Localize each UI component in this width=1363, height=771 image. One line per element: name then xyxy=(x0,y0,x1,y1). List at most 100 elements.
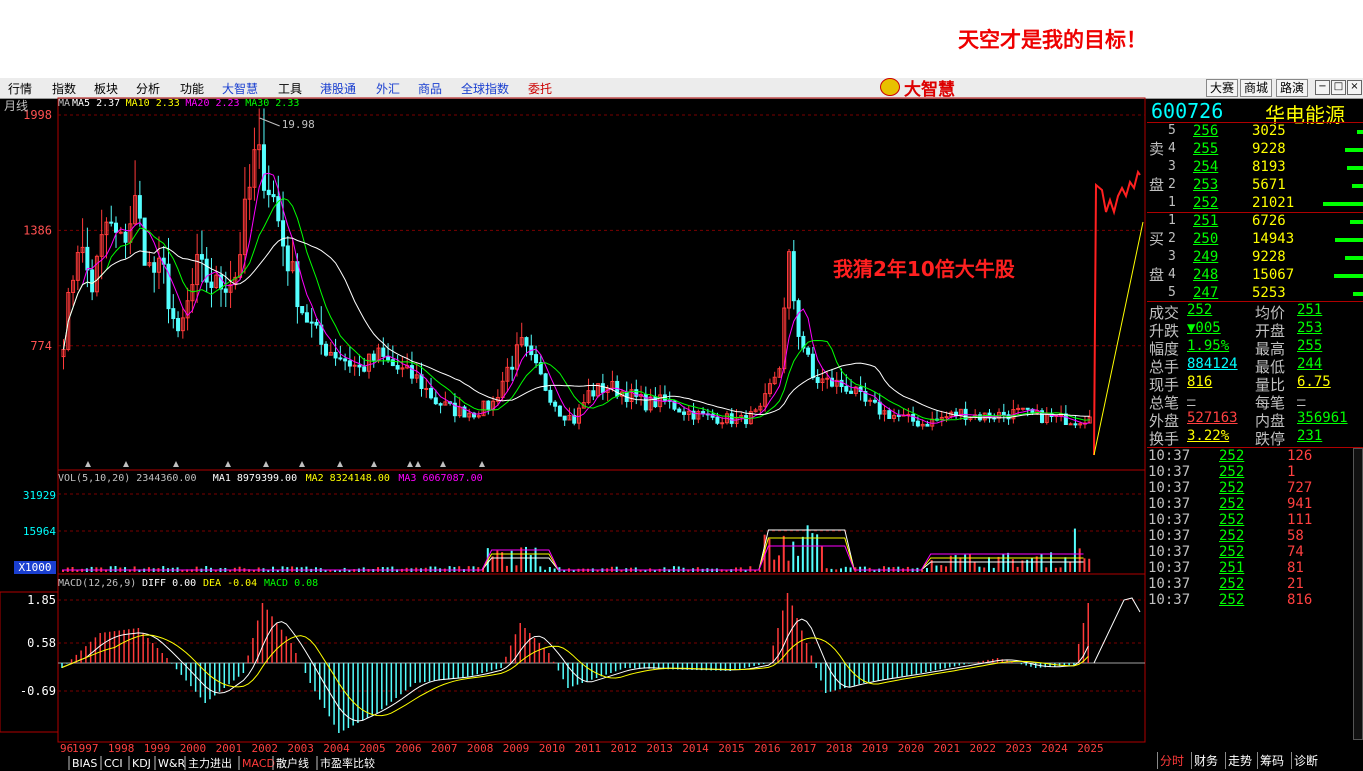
volume-bar xyxy=(1035,556,1038,572)
candle-body xyxy=(815,377,820,383)
top-button-2[interactable]: 路演 xyxy=(1276,79,1309,97)
stat-value: 251 xyxy=(1297,302,1323,318)
volume-unit-label: X1000 xyxy=(18,561,51,574)
tick-volume: 941 xyxy=(1287,496,1313,512)
stat-value: 253 xyxy=(1297,320,1323,336)
candle-body xyxy=(85,246,90,271)
candle-body xyxy=(806,347,811,355)
volume-bar xyxy=(448,566,451,572)
candle-body xyxy=(371,353,376,361)
volume-bar xyxy=(978,566,981,572)
candle-body xyxy=(314,321,319,326)
tick-time: 10:37 xyxy=(1148,560,1191,576)
tick-price: 252 xyxy=(1219,464,1245,480)
candle-body xyxy=(118,231,123,234)
volume-bar xyxy=(1073,528,1076,572)
sell-label-2: 盘 xyxy=(1149,176,1165,194)
candle-body xyxy=(562,415,567,421)
candle-body xyxy=(791,251,796,302)
tick-volume: 126 xyxy=(1287,448,1313,464)
sell-volume-bar xyxy=(1347,166,1363,170)
buy-price: 251 xyxy=(1193,213,1219,229)
candle-body xyxy=(677,408,682,413)
top-button-0[interactable]: 大赛 xyxy=(1206,79,1239,97)
bottom-tab-4[interactable]: 主力进出 xyxy=(184,756,232,770)
right-tab-2[interactable]: 走势 xyxy=(1225,752,1252,769)
volume-tick-label: 15964 xyxy=(23,525,56,538)
macd-value: MACD 0.08 xyxy=(264,578,318,589)
buy-label-1: 买 xyxy=(1149,230,1165,248)
candle-body xyxy=(872,399,877,403)
candle-body xyxy=(347,360,352,367)
kline-chart[interactable]: 1998 1386 774 月线 MA MA5 2.37 MA10 2.33 MA20 2.2… xyxy=(0,0,1147,771)
buy-volume-bar xyxy=(1350,220,1363,224)
sell-volume-bar xyxy=(1345,148,1363,152)
volume-bar xyxy=(906,566,909,572)
sell-price: 256 xyxy=(1193,123,1219,139)
bottom-tab-3[interactable]: W&R xyxy=(154,756,185,770)
volume-bar xyxy=(133,566,136,572)
bottom-tab-2[interactable]: KDJ xyxy=(128,756,151,770)
volume-bar xyxy=(162,566,165,572)
candle-body xyxy=(333,351,338,359)
x-tick-label: 2003 xyxy=(287,742,314,755)
restore-icon[interactable]: □ xyxy=(1331,80,1346,95)
volume-bar xyxy=(768,538,771,572)
x-tick-label: 2024 xyxy=(1041,742,1068,755)
candle-body xyxy=(171,308,176,320)
tick-scrollbar[interactable] xyxy=(1353,448,1363,740)
top-button-1[interactable]: 商城 xyxy=(1240,79,1273,97)
volume-bar xyxy=(367,569,370,572)
candle-body xyxy=(1073,423,1078,426)
x-tick-label: 1997 xyxy=(72,742,99,755)
volume-bar xyxy=(773,559,776,572)
stat-value: 6.75 xyxy=(1297,374,1331,390)
bottom-tab-1[interactable]: CCI xyxy=(100,756,123,770)
signal-marker xyxy=(123,461,129,467)
candle-body xyxy=(868,399,873,402)
candle-body xyxy=(877,401,882,415)
x-tick-label: 2001 xyxy=(216,742,243,755)
bottom-tab-0[interactable]: BIAS xyxy=(68,756,97,770)
stat-value: 884124 xyxy=(1187,356,1238,372)
minimize-icon[interactable]: − xyxy=(1315,80,1330,95)
tick-time: 10:37 xyxy=(1148,544,1191,560)
volume-bar xyxy=(1069,561,1072,572)
x-tick-label: 2005 xyxy=(359,742,386,755)
volume-bar xyxy=(677,566,680,572)
x-tick-label: 2013 xyxy=(646,742,673,755)
right-tab-3[interactable]: 筹码 xyxy=(1257,752,1284,769)
candle-body xyxy=(729,413,734,424)
right-tab-1[interactable]: 财务 xyxy=(1191,752,1218,769)
bottom-tab-6[interactable]: 散户线 xyxy=(272,756,309,770)
bottom-tab-5[interactable]: MACD xyxy=(238,756,275,770)
bottom-tab-7[interactable]: 市盈率比较 xyxy=(316,756,375,770)
candle-body xyxy=(433,397,438,405)
x-tick-label: 2006 xyxy=(395,742,422,755)
volume-bar xyxy=(548,566,551,572)
candle-body xyxy=(1068,423,1073,426)
buy-price: 249 xyxy=(1193,249,1219,265)
right-tab-0[interactable]: 分时 xyxy=(1157,752,1184,769)
tick-price: 252 xyxy=(1219,480,1245,496)
volume-bar xyxy=(840,568,843,572)
volume-tick-label: 31929 xyxy=(23,489,56,502)
x-tick-label: 2018 xyxy=(826,742,853,755)
candle-body xyxy=(285,245,290,272)
candle-body xyxy=(281,220,286,247)
close-icon[interactable]: × xyxy=(1347,80,1362,95)
volume-bar xyxy=(553,568,556,572)
candle-body xyxy=(849,390,854,394)
stat-value: 816 xyxy=(1187,374,1213,390)
sell-volume: 5671 xyxy=(1252,177,1286,193)
volume-ma-MA1: MA1 8979399.00 xyxy=(213,473,297,484)
right-tab-4[interactable]: 诊断 xyxy=(1291,752,1318,769)
volume-bar xyxy=(968,553,971,572)
candle-body xyxy=(643,394,648,411)
volume-bar xyxy=(945,566,948,572)
buy-volume: 14943 xyxy=(1252,231,1295,247)
candle-body xyxy=(524,337,529,347)
volume-bar xyxy=(434,566,437,572)
candle-body xyxy=(324,343,329,356)
candle-body xyxy=(591,390,596,397)
